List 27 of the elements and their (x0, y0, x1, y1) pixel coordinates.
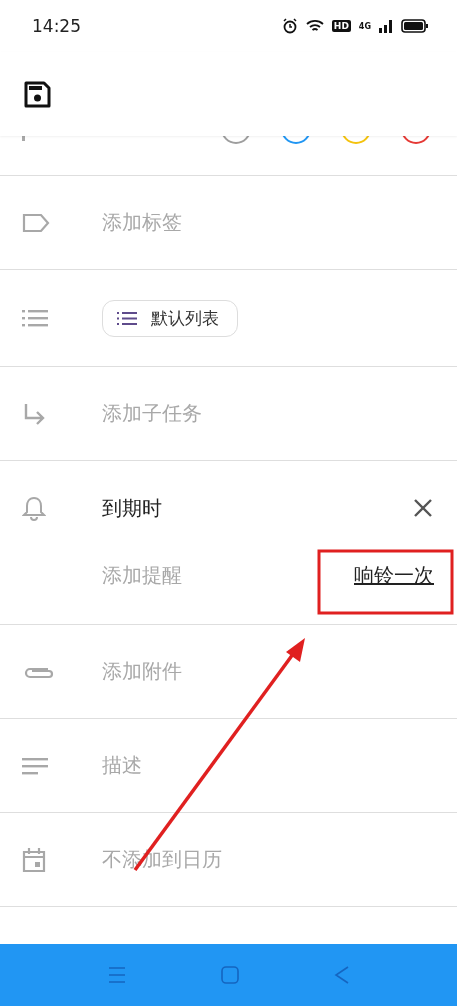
field-label[interactable]: 添加附件 (102, 658, 182, 685)
home-icon[interactable] (220, 965, 241, 985)
close-icon[interactable] (413, 498, 433, 518)
menu-icon[interactable] (106, 966, 127, 984)
bell-icon (22, 495, 46, 521)
battery-icon (401, 19, 429, 33)
clock-time: 14:25 (32, 16, 81, 36)
save-icon[interactable] (24, 80, 51, 108)
ring-once-link[interactable]: 响铃一次 (354, 561, 434, 589)
wifi-icon (305, 19, 324, 33)
signal-icon (379, 19, 393, 33)
field-label[interactable]: 添加子任务 (102, 400, 202, 427)
tag-icon (22, 212, 50, 233)
add-reminder-label[interactable]: 添加提醒 (102, 561, 182, 589)
list-icon (117, 311, 137, 325)
list-icon (22, 309, 48, 327)
field-label[interactable]: 描述 (102, 752, 142, 779)
field-label[interactable]: 添加标签 (102, 209, 182, 236)
list-chip[interactable]: 默认列表 (102, 299, 238, 337)
network-label: 4G (358, 21, 371, 31)
hd-badge: HD (331, 20, 351, 32)
alarm-clock-icon (281, 18, 298, 34)
back-icon[interactable] (334, 965, 351, 985)
due-time-label: 到期时 (102, 494, 162, 522)
text-lines-icon (22, 756, 48, 775)
subdirectory-arrow-icon (22, 401, 46, 426)
calendar-icon (22, 846, 46, 873)
